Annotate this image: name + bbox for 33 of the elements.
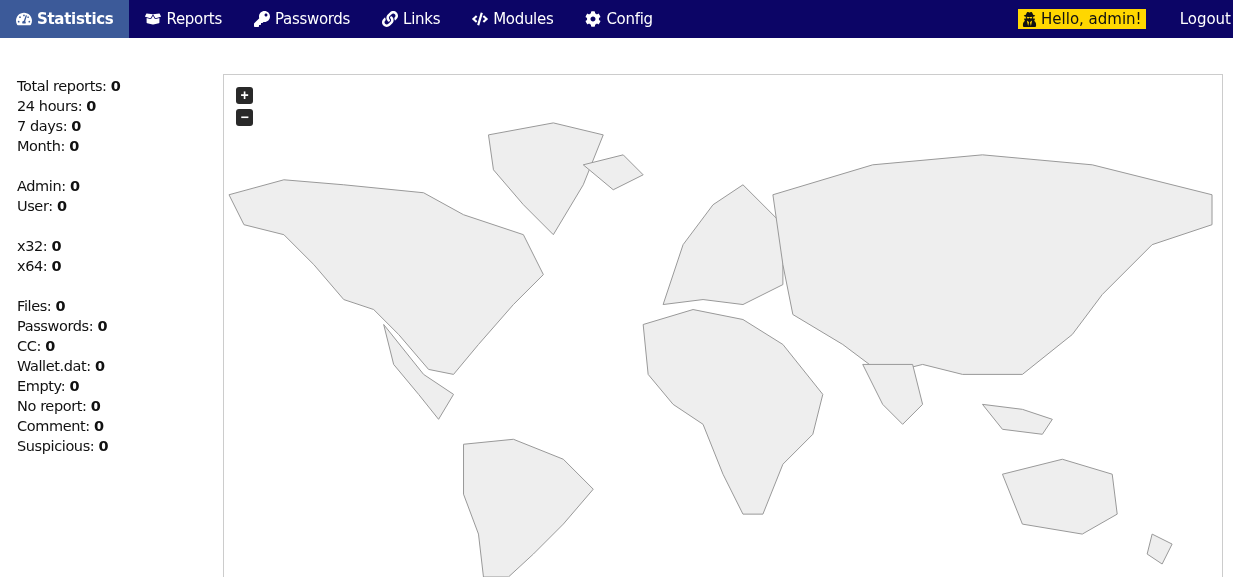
stat-line: 24 hours: 0	[17, 97, 98, 116]
nav-tab[interactable]: Links	[366, 0, 457, 38]
stat-line: No report: 0	[17, 397, 102, 416]
stat-line: 7 days: 0	[17, 117, 83, 136]
logout-link[interactable]: Logout	[1179, 0, 1233, 38]
nav-tab[interactable]: Reports	[129, 0, 238, 38]
zoom-in-button[interactable]: +	[236, 87, 253, 104]
stat-line: x32: 0	[17, 237, 63, 256]
zoom-out-button[interactable]: −	[236, 109, 253, 126]
stat-line: Admin: 0	[17, 177, 81, 196]
stat-line: Empty: 0	[17, 377, 81, 396]
stat-line: Passwords: 0	[17, 317, 109, 336]
stat-line: x64: 0	[17, 257, 63, 276]
gear-icon	[585, 11, 602, 27]
key-icon	[253, 11, 270, 27]
stat-line: Month: 0	[17, 137, 80, 156]
nav-tab[interactable]: Passwords	[237, 0, 367, 38]
box-icon	[145, 11, 162, 27]
code-icon	[472, 11, 489, 27]
spy-icon	[1022, 11, 1038, 27]
stat-line: User: 0	[17, 197, 68, 216]
stat-line: CC: 0	[17, 337, 56, 356]
stat-line: Comment: 0	[17, 417, 105, 436]
stat-line: Files: 0	[17, 297, 67, 316]
nav-tab[interactable]: Modules	[456, 0, 570, 38]
gauge-icon	[16, 11, 32, 27]
stat-line: Total reports: 0	[17, 77, 122, 96]
nav-tab[interactable]: Config	[569, 0, 669, 38]
greeting-badge: Hello, admin!	[1018, 9, 1146, 29]
stat-line: Suspicious: 0	[17, 437, 110, 456]
stat-line: Wallet.dat: 0	[17, 357, 106, 376]
nav-tab[interactable]: Statistics	[0, 0, 130, 38]
link-icon	[382, 11, 399, 27]
